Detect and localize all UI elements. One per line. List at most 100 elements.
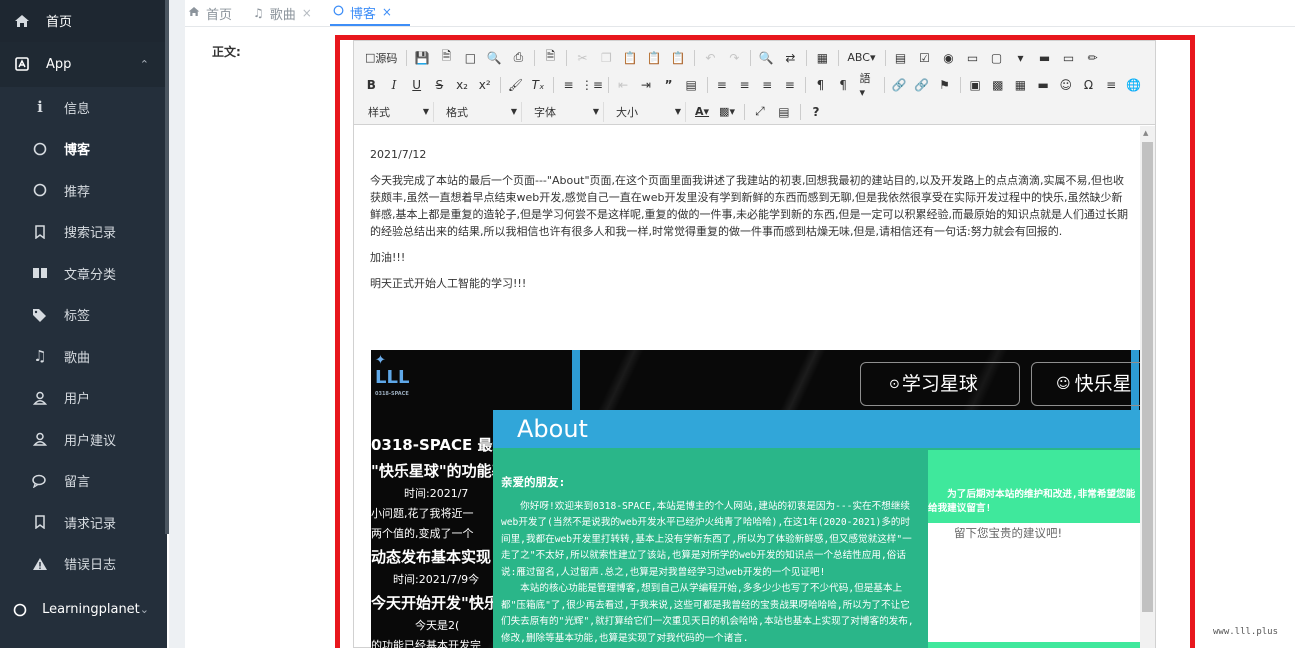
page-break-icon[interactable]: ≡: [1102, 75, 1121, 95]
textfield-icon[interactable]: ▭: [963, 48, 983, 68]
iframe-icon[interactable]: 🌐: [1124, 75, 1143, 95]
image-icon[interactable]: ▣: [966, 75, 985, 95]
numbered-list-icon[interactable]: ≡: [559, 75, 578, 95]
align-right-icon[interactable]: ≡: [758, 75, 777, 95]
button-icon[interactable]: ▬: [1035, 48, 1055, 68]
font-combo[interactable]: 字体 ▼: [528, 101, 604, 122]
rtl-icon[interactable]: ¶: [834, 75, 853, 95]
replace-icon[interactable]: ⇄: [780, 48, 800, 68]
sidebar-item-6[interactable]: 标签: [0, 294, 167, 336]
horizontal-line-icon[interactable]: ▬: [1034, 75, 1053, 95]
link-icon[interactable]: 🔗: [890, 75, 909, 95]
cut-icon[interactable]: ✂: [572, 48, 592, 68]
sidebar-item-7[interactable]: ♫ 歌曲: [0, 336, 167, 378]
remove-format-icon[interactable]: Tₓ: [529, 75, 548, 95]
anchor-icon[interactable]: ⚑: [935, 75, 954, 95]
tab-songs[interactable]: ♫ 歌曲 ×: [250, 0, 330, 26]
sidebar-item-9[interactable]: 用户建议: [0, 419, 167, 461]
align-left-icon[interactable]: ≡: [712, 75, 731, 95]
image-button-icon[interactable]: ▭: [1059, 48, 1079, 68]
maximize-icon[interactable]: ⤢: [750, 102, 770, 122]
source-button[interactable]: □ 源码: [362, 48, 400, 68]
strikethrough-icon[interactable]: S: [430, 75, 449, 95]
align-center-icon[interactable]: ≡: [735, 75, 754, 95]
hidden-field-icon[interactable]: ✏: [1083, 48, 1103, 68]
flash-icon[interactable]: ▩: [988, 75, 1007, 95]
sidebar-group-app[interactable]: App ⌃: [0, 41, 167, 87]
italic-icon[interactable]: I: [385, 75, 404, 95]
sidebar-item-10[interactable]: 留言: [0, 460, 167, 502]
sidebar-item-8[interactable]: 用户: [0, 377, 167, 419]
sidebar-item-4[interactable]: 搜索记录: [0, 211, 167, 253]
subscript-icon[interactable]: x₂: [453, 75, 472, 95]
align-justify-icon[interactable]: ≡: [781, 75, 800, 95]
template-icon[interactable]: 🗎: [540, 48, 560, 68]
nav-learning-planet: ⊙ 学习星球: [860, 362, 1020, 406]
news-line: 小问题,花了我将近一: [371, 507, 474, 520]
sidebar-item-12[interactable]: 错误日志: [0, 543, 167, 585]
tab-blog[interactable]: 博客 ×: [329, 0, 410, 26]
copy-format-icon[interactable]: 🖌: [506, 75, 525, 95]
sidebar-item-label: 信息: [64, 101, 91, 117]
home-icon: [188, 6, 200, 20]
div-container-icon[interactable]: ▤: [682, 75, 701, 95]
bg-color-icon[interactable]: ▩▾: [716, 102, 738, 122]
undo-icon[interactable]: ↶: [700, 48, 720, 68]
sidebar-group-learningplanet[interactable]: Learningplanet ⌄: [0, 589, 167, 630]
tab-home[interactable]: 首页: [185, 0, 250, 26]
preview-icon[interactable]: 🔍: [484, 48, 504, 68]
paste-word-icon[interactable]: 📋: [668, 48, 688, 68]
scrollbar-thumb[interactable]: [1142, 142, 1153, 612]
pdf-icon[interactable]: □: [460, 48, 480, 68]
rich-text-editor: □ 源码 💾 🗎 □ 🔍 ⎙ 🗎 ✂ ❐ 📋 📋 📋 ↶ ↷ 🔍 ⇄ ▦ ABC…: [353, 40, 1156, 648]
paste-icon[interactable]: 📋: [620, 48, 640, 68]
find-icon[interactable]: 🔍: [756, 48, 776, 68]
show-blocks-icon[interactable]: ▤: [774, 102, 794, 122]
select-icon[interactable]: ▾: [1011, 48, 1031, 68]
ltr-icon[interactable]: ¶: [811, 75, 830, 95]
new-page-icon[interactable]: 🗎: [436, 48, 456, 68]
bold-icon[interactable]: B: [362, 75, 381, 95]
underline-icon[interactable]: U: [407, 75, 426, 95]
chevron-up-icon: ⌃: [139, 57, 149, 71]
spellcheck-icon[interactable]: ABC▾: [844, 48, 878, 68]
blockquote-icon[interactable]: ”: [659, 75, 678, 95]
outdent-icon[interactable]: ⇤: [614, 75, 633, 95]
sidebar-item-label: 推荐: [64, 184, 91, 200]
sidebar-item-11[interactable]: 请求记录: [0, 502, 167, 544]
sidebar-item-1[interactable]: i 信息: [0, 87, 167, 129]
checkbox-icon[interactable]: ☑: [915, 48, 935, 68]
superscript-icon[interactable]: x²: [475, 75, 494, 95]
select-all-icon[interactable]: ▦: [812, 48, 832, 68]
indent-icon[interactable]: ⇥: [637, 75, 656, 95]
text-color-icon[interactable]: A▾: [692, 102, 712, 122]
scroll-up-icon[interactable]: ▲: [1143, 129, 1148, 137]
sidebar-item-2[interactable]: 博客: [0, 128, 167, 170]
format-combo[interactable]: 格式 ▼: [440, 101, 522, 122]
language-icon[interactable]: 語▾: [856, 72, 877, 99]
copy-icon[interactable]: ❐: [596, 48, 616, 68]
sidebar-item-3[interactable]: 推荐: [0, 170, 167, 212]
help-icon[interactable]: ?: [806, 102, 826, 122]
smiley-icon[interactable]: ☺: [1056, 75, 1075, 95]
special-char-icon[interactable]: Ω: [1079, 75, 1098, 95]
close-icon[interactable]: ×: [382, 5, 392, 19]
save-icon[interactable]: 💾: [412, 48, 432, 68]
textarea-icon[interactable]: ▢: [987, 48, 1007, 68]
form-icon[interactable]: ▤: [891, 48, 911, 68]
editor-content[interactable]: 2021/7/12 今天我完成了本站的最后一个页面---"About"页面,在这…: [354, 126, 1140, 648]
radio-icon[interactable]: ◉: [939, 48, 959, 68]
table-icon[interactable]: ▦: [1011, 75, 1030, 95]
sidebar-item-5[interactable]: 文章分类: [0, 253, 167, 295]
sidebar-item-label: 歌曲: [64, 350, 91, 366]
redo-icon[interactable]: ↷: [724, 48, 744, 68]
close-icon[interactable]: ×: [302, 6, 312, 20]
paste-text-icon[interactable]: 📋: [644, 48, 664, 68]
style-combo[interactable]: 样式 ▼: [362, 101, 434, 122]
unlink-icon[interactable]: 🔗: [913, 75, 932, 95]
print-icon[interactable]: ⎙: [508, 48, 528, 68]
bulleted-list-icon[interactable]: ⋮≡: [581, 75, 603, 95]
sidebar-item-home[interactable]: 首页: [0, 0, 167, 42]
size-combo[interactable]: 大小 ▼: [610, 101, 686, 122]
editor-scrollbar[interactable]: ▲: [1140, 126, 1155, 648]
